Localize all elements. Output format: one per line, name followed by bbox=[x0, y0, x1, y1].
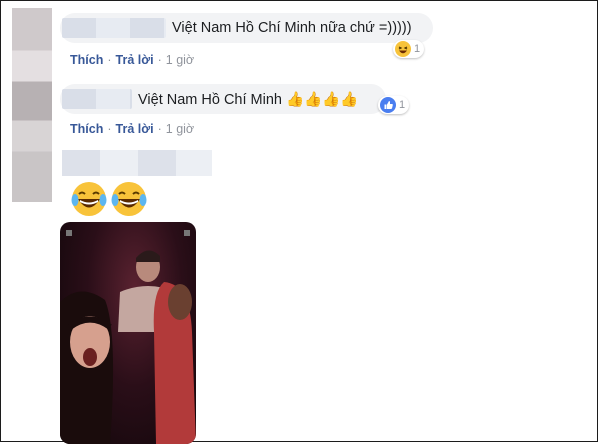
separator: · bbox=[107, 122, 112, 136]
like-link[interactable]: Thích bbox=[70, 53, 103, 67]
comment-text-main: Việt Nam Hồ Chí Minh bbox=[138, 92, 282, 108]
separator: · bbox=[107, 53, 112, 67]
reaction-count[interactable]: 1 bbox=[393, 40, 425, 58]
like-icon bbox=[380, 97, 396, 113]
timestamp[interactable]: 1 giờ bbox=[166, 122, 194, 136]
haha-icon bbox=[395, 41, 411, 57]
avatar bbox=[12, 8, 52, 202]
comment-text: Việt Nam Hồ Chí Minh 👍👍👍👍 bbox=[138, 91, 358, 108]
video-corner-icon bbox=[184, 230, 190, 236]
reply-link[interactable]: Trả lời bbox=[116, 53, 154, 67]
author-name[interactable] bbox=[62, 18, 166, 38]
comment-text: Việt Nam Hồ Chí Minh nữa chứ =))))) bbox=[172, 20, 412, 36]
separator: · bbox=[157, 53, 162, 67]
laughing-tears-emoji-icon bbox=[111, 182, 147, 216]
comment-actions: Thích · Trả lời · 1 giờ bbox=[70, 122, 194, 136]
video-frame bbox=[60, 230, 196, 444]
thumbs-up-emojis: 👍👍👍👍 bbox=[286, 92, 359, 108]
comment-actions: Thích · Trả lời · 1 giờ bbox=[70, 53, 194, 67]
reaction-count[interactable]: 1 bbox=[378, 96, 410, 114]
author-name[interactable] bbox=[62, 89, 132, 109]
author-name[interactable] bbox=[62, 150, 212, 176]
like-link[interactable]: Thích bbox=[70, 122, 103, 136]
reply-link[interactable]: Trả lời bbox=[116, 122, 154, 136]
laughing-tears-emoji-icon bbox=[71, 182, 107, 216]
reaction-count-text: 1 bbox=[399, 99, 406, 111]
timestamp[interactable]: 1 giờ bbox=[166, 53, 194, 67]
reaction-count-text: 1 bbox=[414, 43, 421, 55]
video-corner-icon bbox=[66, 230, 72, 236]
separator: · bbox=[157, 122, 162, 136]
video-attachment[interactable] bbox=[60, 222, 196, 444]
